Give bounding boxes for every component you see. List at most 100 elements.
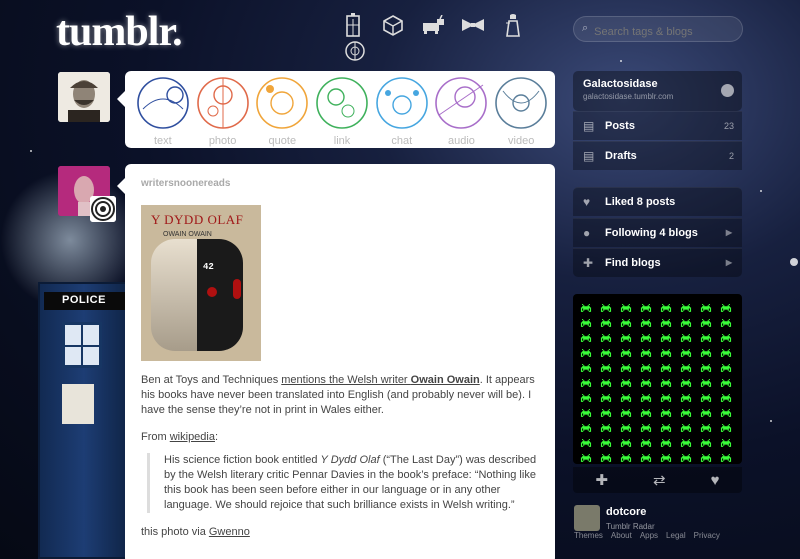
invader-sprite	[679, 360, 693, 372]
following-label: Following 4 blogs	[605, 227, 698, 239]
cube-icon[interactable]	[380, 12, 406, 38]
invader-sprite	[639, 330, 653, 342]
invader-sprite	[699, 420, 713, 432]
invader-sprite	[699, 315, 713, 327]
invader-sprite	[719, 330, 733, 342]
chevron-right-icon: ▶	[725, 258, 732, 267]
link-circle-icon	[316, 77, 368, 129]
invader-sprite	[599, 390, 613, 402]
invader-sprite	[639, 315, 653, 327]
tardis-icon[interactable]	[340, 12, 366, 38]
video-circle-icon	[495, 77, 547, 129]
invader-sprite	[619, 315, 633, 327]
invader-sprite	[679, 435, 693, 447]
footer-legal-link[interactable]: Legal	[666, 531, 686, 540]
invader-sprite	[639, 390, 653, 402]
post-photo[interactable]: Y DYDD OLAF OWAIN OWAIN 42	[141, 205, 261, 361]
dashboard-nav	[340, 12, 526, 38]
post-link-button[interactable]: link	[312, 75, 372, 148]
invader-sprite	[699, 360, 713, 372]
post-text-button[interactable]: text	[133, 75, 193, 148]
search-icon: ⌕	[582, 22, 589, 34]
invader-sprite	[719, 390, 733, 402]
sidebar-liked[interactable]: ♥ Liked 8 posts	[573, 187, 742, 216]
search-input[interactable]	[594, 22, 725, 41]
radar-username[interactable]: dotcore	[606, 506, 646, 518]
bowtie-icon[interactable]	[460, 12, 486, 38]
invader-sprite	[659, 390, 673, 402]
post-audio-button[interactable]: audio	[432, 75, 492, 148]
footer-themes-link[interactable]: Themes	[574, 531, 603, 540]
post-video-button[interactable]: video	[491, 75, 551, 148]
post-author[interactable]: writersnoonereads	[141, 176, 539, 191]
invader-sprite	[639, 300, 653, 312]
footer-about-link[interactable]: About	[611, 531, 632, 540]
invader-sprite	[699, 330, 713, 342]
invader-sprite	[599, 345, 613, 357]
photo-via-line: this photo via Gwenno	[141, 526, 250, 538]
footer-privacy-link[interactable]: Privacy	[694, 531, 720, 540]
invader-sprite	[699, 390, 713, 402]
invader-sprite	[579, 375, 593, 387]
invader-sprite	[639, 450, 653, 462]
dalek-icon[interactable]	[500, 12, 526, 38]
invader-sprite	[639, 345, 653, 357]
invader-sprite	[619, 405, 633, 417]
invader-sprite	[619, 345, 633, 357]
invader-sprite	[719, 405, 733, 417]
footer-links: Themes About Apps Legal Privacy	[574, 531, 720, 540]
invader-sprite	[599, 360, 613, 372]
chevron-right-icon: ▶	[725, 228, 732, 237]
reblog-icon[interactable]: ⇄	[653, 471, 666, 489]
invader-sprite	[679, 345, 693, 357]
tardis-image: POLICE	[38, 282, 130, 559]
user-avatar[interactable]	[58, 72, 110, 122]
quote-circle-icon	[256, 77, 309, 129]
invader-sprite	[719, 300, 733, 312]
gwenno-link[interactable]: Gwenno	[209, 526, 250, 538]
invader-sprite	[719, 345, 733, 357]
invader-sprite	[659, 375, 673, 387]
tumblr-logo[interactable]: tumblr.	[56, 8, 183, 56]
post-text-segment: Ben at Toys and Techniques	[141, 374, 282, 386]
reblog-source-avatar[interactable]	[90, 196, 116, 222]
post-chat-button[interactable]: chat	[372, 75, 432, 148]
invader-sprite	[619, 300, 633, 312]
footer-apps-link[interactable]: Apps	[640, 531, 658, 540]
book-cover-eye	[207, 287, 217, 297]
k9-dog-icon[interactable]	[420, 12, 446, 38]
blog-selector[interactable]: Galactosidase galactosidase.tumblr.com	[573, 71, 742, 111]
sidebar-find-blogs[interactable]: ✚ Find blogs ▶	[573, 248, 742, 277]
sidebar-drafts[interactable]: ▤ Drafts 2	[573, 141, 742, 170]
invader-sprite	[579, 330, 593, 342]
invader-sprite	[599, 375, 613, 387]
invader-sprite	[639, 435, 653, 447]
gallifrey-symbol-icon[interactable]	[344, 40, 366, 62]
invader-sprite	[579, 420, 593, 432]
invader-sprite	[639, 405, 653, 417]
like-icon[interactable]: ♥	[711, 472, 720, 489]
sidebar-following[interactable]: ● Following 4 blogs ▶	[573, 218, 742, 247]
add-person-icon: ✚	[583, 256, 594, 270]
drafts-count: 2	[728, 151, 734, 161]
post-blockquote: His science fiction book entitled Y Dydd…	[147, 453, 539, 513]
post-quote-button[interactable]: quote	[252, 75, 312, 148]
invader-sprite	[579, 315, 593, 327]
post-type-bar: text photo quote link chat audio video	[117, 71, 555, 148]
radar-user-avatar[interactable]	[574, 505, 600, 531]
search-bar[interactable]: ⌕	[573, 16, 743, 42]
radar-image[interactable]	[573, 294, 742, 464]
invader-sprite	[679, 375, 693, 387]
post-body-paragraph: Ben at Toys and Techniques mentions the …	[141, 373, 539, 418]
invader-sprite	[599, 300, 613, 312]
wikipedia-link[interactable]: wikipedia	[170, 431, 215, 443]
invader-sprite	[679, 450, 693, 462]
add-icon[interactable]: ✚	[595, 471, 608, 489]
invader-sprite	[659, 345, 673, 357]
invader-sprite	[639, 420, 653, 432]
mentions-link[interactable]: mentions the Welsh writer Owain Owain	[281, 374, 479, 386]
post-photo-button[interactable]: photo	[193, 75, 253, 148]
sidebar-posts[interactable]: ▤ Posts 23	[573, 111, 742, 140]
find-blogs-label: Find blogs	[605, 257, 661, 269]
blog-dropdown-icon[interactable]	[721, 84, 734, 97]
